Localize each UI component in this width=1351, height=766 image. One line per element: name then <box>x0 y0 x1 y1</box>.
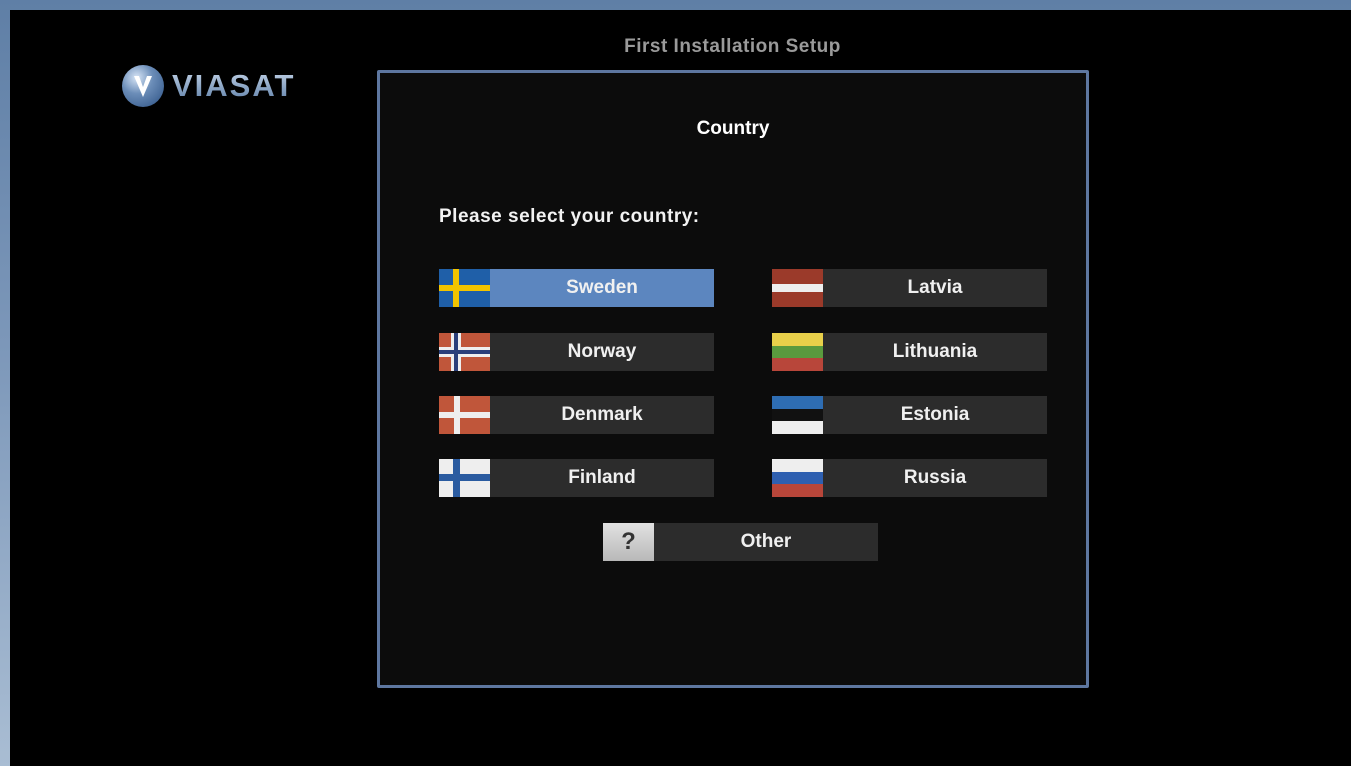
panel-title: Country <box>696 118 770 139</box>
country-option-denmark[interactable]: Denmark <box>439 396 714 434</box>
finland-flag-icon <box>439 459 490 497</box>
estonia-flag-icon <box>772 396 823 434</box>
country-panel: Country Please select your country: Swed… <box>377 70 1089 688</box>
brand-name: VIASAT <box>172 68 296 103</box>
tv-screen: VIASAT First Installation Setup Country … <box>10 10 1351 766</box>
select-country-prompt: Please select your country: <box>439 206 700 227</box>
russia-flag-icon <box>772 459 823 497</box>
country-label: Latvia <box>823 269 1047 307</box>
sweden-flag-icon <box>439 269 490 307</box>
page-title: First Installation Setup <box>624 36 841 57</box>
country-label: Other <box>654 523 878 561</box>
country-option-finland[interactable]: Finland <box>439 459 714 497</box>
country-option-estonia[interactable]: Estonia <box>772 396 1047 434</box>
country-option-sweden[interactable]: Sweden <box>439 269 714 307</box>
country-option-norway[interactable]: Norway <box>439 333 714 371</box>
country-label: Lithuania <box>823 333 1047 371</box>
denmark-flag-icon <box>439 396 490 434</box>
country-option-lithuania[interactable]: Lithuania <box>772 333 1047 371</box>
country-label: Estonia <box>823 396 1047 434</box>
viasat-emblem-icon <box>122 65 164 107</box>
country-option-latvia[interactable]: Latvia <box>772 269 1047 307</box>
country-label: Finland <box>490 459 714 497</box>
latvia-flag-icon <box>772 269 823 307</box>
viasat-logo: VIASAT <box>122 65 295 107</box>
country-label: Sweden <box>490 269 714 307</box>
question-mark-icon: ? <box>603 523 654 561</box>
country-label: Russia <box>823 459 1047 497</box>
country-option-russia[interactable]: Russia <box>772 459 1047 497</box>
lithuania-flag-icon <box>772 333 823 371</box>
country-label: Denmark <box>490 396 714 434</box>
country-option-other[interactable]: ? Other <box>603 523 878 561</box>
norway-flag-icon <box>439 333 490 371</box>
country-label: Norway <box>490 333 714 371</box>
